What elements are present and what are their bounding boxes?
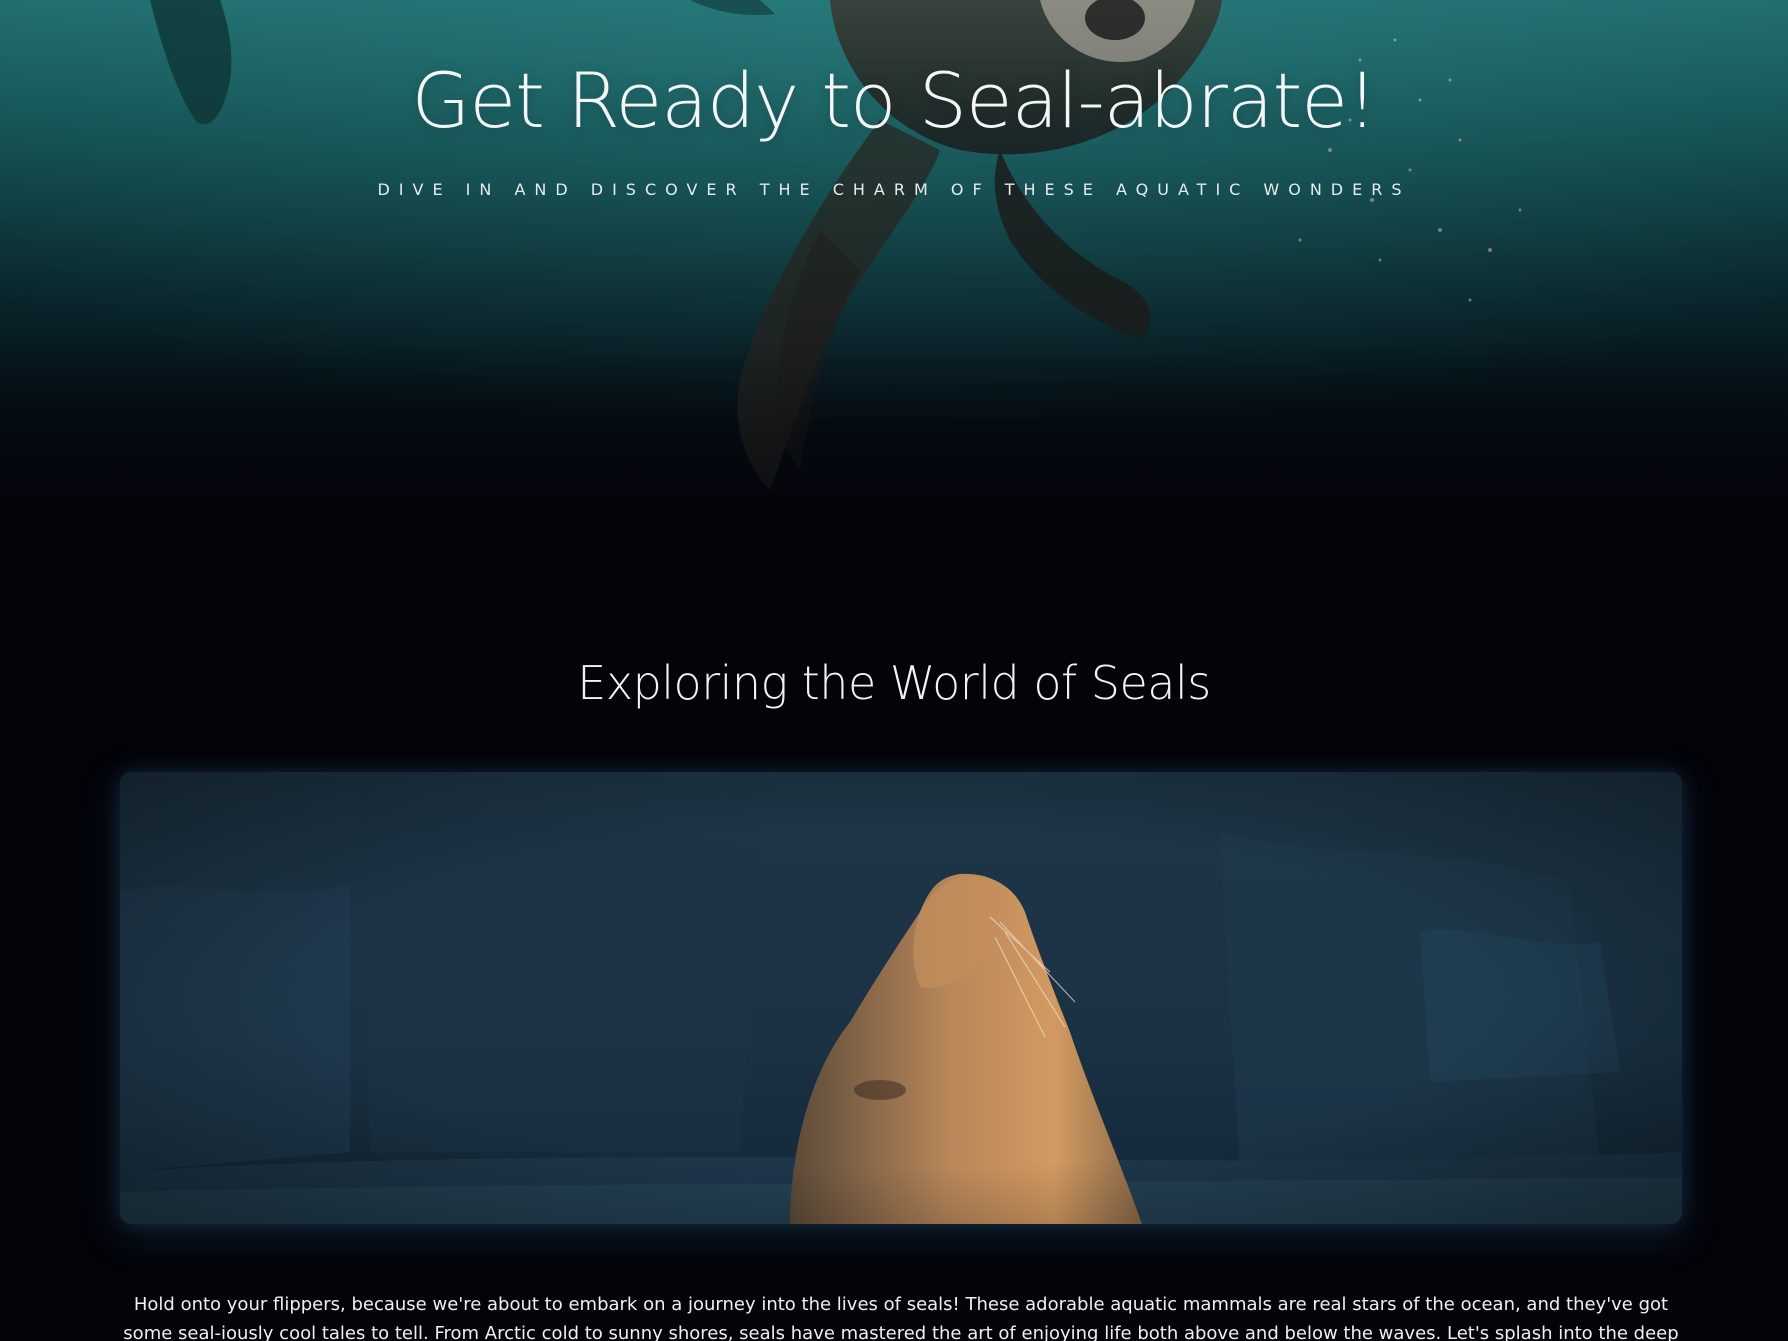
section-title: Exploring the World of Seals (577, 656, 1211, 710)
hero-title: Get Ready to Seal-abrate! (411, 56, 1378, 145)
hero-banner: Get Ready to Seal-abrate! DIVE IN AND DI… (0, 0, 1788, 620)
section-intro-text: Hold onto your flippers, because we're a… (123, 1294, 1679, 1341)
page: Get Ready to Seal-abrate! DIVE IN AND DI… (0, 0, 1788, 1341)
hero-subtitle: DIVE IN AND DISCOVER THE CHARM OF THESE … (377, 180, 1411, 199)
sea-lion-photo (120, 772, 1682, 1224)
